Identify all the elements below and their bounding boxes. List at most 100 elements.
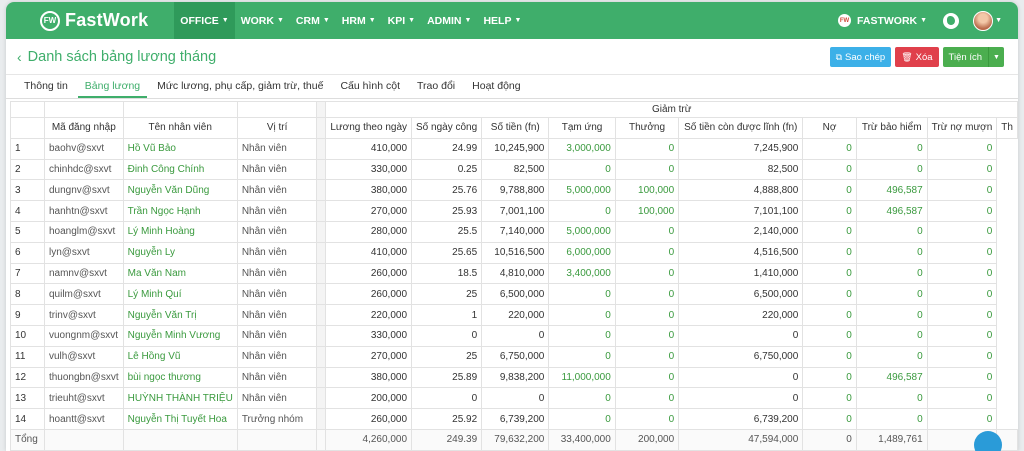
table-row[interactable]: 1 baohv@sxvt Hồ Vũ Bảo Nhân viên 410,000 24.9… <box>10 137 1018 160</box>
total-cell: 0 <box>802 428 857 451</box>
table-cell: 220,000 <box>678 304 804 326</box>
delete-button[interactable]: 🗑 Xóa <box>895 47 939 67</box>
table-cell: 0 <box>614 137 680 160</box>
position-cell: Nhân viên <box>236 179 318 202</box>
table-row[interactable]: 9 trinv@sxvt Nguyễn Văn Trị Nhân viên 220,00… <box>10 304 1018 326</box>
employee-name-link[interactable]: Nguyễn Văn Trị <box>122 304 238 326</box>
employee-name-link[interactable]: Nguyễn Thị Tuyết Hoa <box>122 408 238 430</box>
table-row[interactable]: 11 vulh@sxvt Lê Hồng Vũ Nhân viên 270,000 25 6… <box>10 345 1018 368</box>
column-header[interactable]: Số tiền (fn) <box>481 117 550 139</box>
table-cell: 0 <box>926 324 998 347</box>
position-cell: Nhân viên <box>236 137 318 160</box>
column-header[interactable]: Vị trí <box>236 117 318 139</box>
table-row[interactable]: 14 hoantt@sxvt Nguyễn Thị Tuyết Hoa Trưởng … <box>10 408 1018 430</box>
header-group-row: Giảm trừ <box>10 101 1018 118</box>
table-row[interactable]: 13 trieuht@sxvt HUỲNH THÀNH TRIỆU Nhân viên… <box>10 387 1018 410</box>
row-number: 7 <box>10 262 45 285</box>
table-cell: 260,000 <box>325 283 413 306</box>
chevron-down-icon[interactable]: ▼ <box>995 17 1002 24</box>
table-cell: 0 <box>614 158 680 181</box>
tab-info[interactable]: Thông tin <box>17 80 75 98</box>
tab-activity[interactable]: Hoạt động <box>465 80 527 98</box>
employee-name-link[interactable]: Trần Ngọc Hạnh <box>122 200 238 222</box>
table-row[interactable]: 12 thuongbn@sxvt bùi ngọc thương Nhân viên 3… <box>10 366 1018 389</box>
copy-button[interactable]: ⧉ Sao chép <box>829 47 892 67</box>
position-cell: Nhân viên <box>236 345 318 368</box>
nav-help[interactable]: HELP ▼ <box>477 2 527 39</box>
table-row[interactable]: 2 chinhdc@sxvt Đinh Công Chính Nhân viên 330… <box>10 158 1018 181</box>
column-divider <box>316 137 327 160</box>
table-row[interactable]: 3 dungnv@sxvt Nguyễn Văn Dũng Nhân viên 380,… <box>10 179 1018 202</box>
column-divider <box>316 324 327 347</box>
employee-name-link[interactable]: Lý Minh Hoàng <box>122 220 238 243</box>
column-header[interactable]: Lương theo ngày <box>325 117 413 139</box>
total-cell: 1,489,761 <box>855 428 928 451</box>
column-header[interactable]: Th <box>996 117 1018 139</box>
table-cell: 5,000,000 <box>548 220 616 243</box>
table-cell: 7,245,900 <box>678 137 804 160</box>
top-nav: FW FastWork OFFICE ▼ WORK ▼ CRM ▼ HRM ▼ KPI ▼… <box>6 2 1018 39</box>
nav-hrm[interactable]: HRM ▼ <box>336 2 382 39</box>
table-cell: 0 <box>614 366 680 389</box>
employee-name-link[interactable]: Đinh Công Chính <box>122 158 238 181</box>
table-row[interactable]: 5 hoanglm@sxvt Lý Minh Hoàng Nhân viên 280,0… <box>10 220 1018 243</box>
column-header[interactable]: Tên nhân viên <box>122 117 238 139</box>
table-cell: 0 <box>678 366 804 389</box>
page-title: Danh sách bảng lương tháng <box>27 48 217 65</box>
table-cell: 380,000 <box>325 366 413 389</box>
row-number: 3 <box>10 179 45 202</box>
employee-name-link[interactable]: HUỲNH THÀNH TRIỆU <box>122 387 238 410</box>
employee-name-link[interactable]: Hồ Vũ Bảo <box>122 137 238 160</box>
nav-office[interactable]: OFFICE ▼ <box>174 2 235 39</box>
column-header[interactable]: Thưởng <box>614 117 680 139</box>
nav-kpi[interactable]: KPI ▼ <box>382 2 421 39</box>
column-header[interactable]: Trừ bảo hiểm <box>855 117 928 139</box>
column-header[interactable]: Trừ nợ mượn <box>926 117 998 139</box>
logo[interactable]: FW FastWork <box>40 10 148 31</box>
employee-name-link[interactable]: Nguyễn Văn Dũng <box>122 179 238 202</box>
chevron-down-icon: ▼ <box>322 17 330 24</box>
nav-crm[interactable]: CRM ▼ <box>290 2 336 39</box>
column-header[interactable]: Nợ <box>802 117 857 139</box>
tab-column-config[interactable]: Cấu hình cột <box>333 80 407 98</box>
table-cell: 7,140,000 <box>481 220 550 243</box>
employee-name-link[interactable]: Ma Văn Nam <box>122 262 238 285</box>
table-cell: 0 <box>548 387 616 410</box>
nav-admin[interactable]: ADMIN ▼ <box>421 2 477 39</box>
column-header[interactable]: Mã đăng nhập <box>43 117 124 139</box>
table-cell: 270,000 <box>325 345 413 368</box>
table-row[interactable]: 4 hanhtn@sxvt Trần Ngọc Hạnh Nhân viên 270,0… <box>10 200 1018 222</box>
tab-salary-levels[interactable]: Mức lương, phụ cấp, giảm trừ, thuế <box>150 80 330 98</box>
chevron-down-icon[interactable]: ▼ <box>988 47 1004 67</box>
table-cell: 0 <box>481 324 550 347</box>
position-cell: Nhân viên <box>236 241 318 264</box>
table-row[interactable]: 10 vuongnm@sxvt Nguyễn Minh Vương Nhân viên… <box>10 324 1018 347</box>
row-number: 8 <box>10 283 45 306</box>
column-header[interactable]: Tạm ứng <box>548 117 616 139</box>
position-cell: Nhân viên <box>236 220 318 243</box>
table-row[interactable]: 7 namnv@sxvt Ma Văn Nam Nhân viên 260,000 18.… <box>10 262 1018 285</box>
employee-name-link[interactable]: Lý Minh Quí <box>122 283 238 306</box>
table-row[interactable]: 6 lyn@sxvt Nguyễn Ly Nhân viên 410,000 25.65 1… <box>10 241 1018 264</box>
employee-name-link[interactable]: Lê Hồng Vũ <box>122 345 238 368</box>
org-switcher[interactable]: FW FASTWORK ▼ <box>838 14 927 27</box>
tab-payroll[interactable]: Bảng lương <box>77 80 148 98</box>
globe-icon[interactable] <box>943 12 960 29</box>
table-cell: 0 <box>548 408 616 430</box>
table-cell: 0 <box>802 179 857 202</box>
row-number: 14 <box>10 408 45 430</box>
utility-button[interactable]: Tiện ích ▼ <box>942 47 1004 67</box>
back-arrow-icon[interactable]: ‹ <box>17 49 22 65</box>
column-header[interactable]: Số ngày công <box>411 117 483 139</box>
page-header: ‹ Danh sách bảng lương tháng ⧉ Sao chép 🗑… <box>6 39 1018 75</box>
chevron-down-icon: ▼ <box>368 17 376 24</box>
tab-discussion[interactable]: Trao đổi <box>410 80 462 98</box>
chat-bubble-icon[interactable] <box>974 431 1002 451</box>
nav-work[interactable]: WORK ▼ <box>235 2 290 39</box>
column-header[interactable]: Số tiền còn được lĩnh (fn) <box>678 117 804 139</box>
employee-name-link[interactable]: Nguyễn Ly <box>122 241 238 264</box>
employee-name-link[interactable]: bùi ngọc thương <box>122 366 238 389</box>
table-row[interactable]: 8 quilm@sxvt Lý Minh Quí Nhân viên 260,000 25… <box>10 283 1018 306</box>
avatar[interactable] <box>973 10 994 31</box>
employee-name-link[interactable]: Nguyễn Minh Vương <box>122 324 238 347</box>
